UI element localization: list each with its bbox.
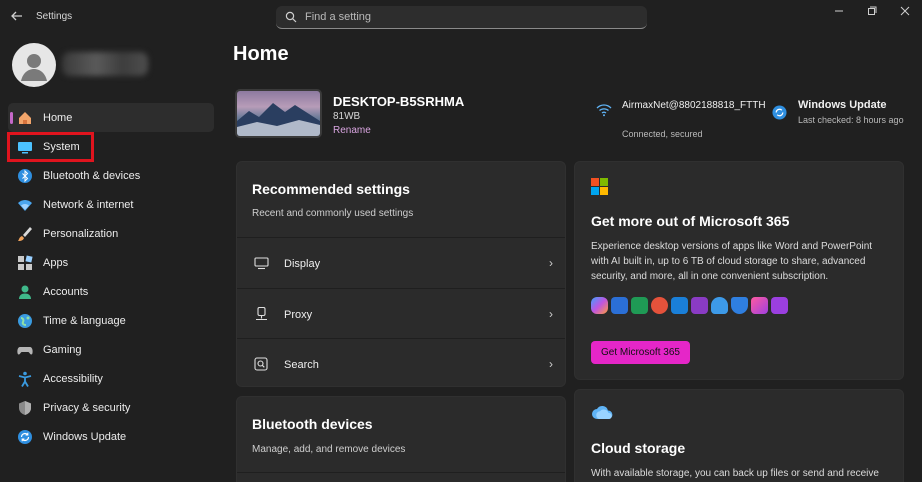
cloud-storage-description: With available storage, you can back up … xyxy=(591,468,879,479)
accounts-icon xyxy=(19,285,31,299)
sidebar-item-label: Bluetooth & devices xyxy=(43,169,141,182)
bluetooth-devices-card: Bluetooth devices Manage, add, and remov… xyxy=(236,396,566,482)
system-highlight-box xyxy=(7,132,94,162)
rename-link[interactable]: Rename xyxy=(333,125,371,136)
sidebar-item-label: Network & internet xyxy=(43,198,134,211)
powerpoint-icon xyxy=(651,297,668,314)
bluetooth-devices-title: Bluetooth devices xyxy=(252,416,373,432)
sidebar-item-label: Accessibility xyxy=(43,372,103,385)
search-icon xyxy=(285,11,297,23)
outlook-icon xyxy=(671,297,688,314)
device-wallpaper-thumbnail xyxy=(235,89,322,138)
chevron-right-icon: › xyxy=(549,357,553,371)
wifi-icon xyxy=(18,199,32,211)
recommended-row-display[interactable]: Display › xyxy=(237,237,565,287)
sidebar-item-accounts[interactable]: Accounts xyxy=(8,277,214,306)
minimize-button[interactable] xyxy=(829,6,849,20)
page-title: Home xyxy=(233,43,289,65)
microsoft-365-title: Get more out of Microsoft 365 xyxy=(591,213,790,229)
active-indicator xyxy=(10,112,13,124)
chevron-right-icon: › xyxy=(549,256,553,270)
sidebar-item-network[interactable]: Network & internet xyxy=(8,190,214,219)
sidebar-item-label: Personalization xyxy=(43,227,119,240)
clipchamp-icon xyxy=(771,297,788,314)
search-placeholder: Find a setting xyxy=(305,11,372,23)
sidebar-item-label: Windows Update xyxy=(43,430,127,443)
sidebar-item-time-language[interactable]: Time & language xyxy=(8,306,214,335)
sidebar-item-label: Gaming xyxy=(43,343,82,356)
apps-icon xyxy=(18,254,33,270)
designer-icon xyxy=(751,297,768,314)
onenote-icon xyxy=(691,297,708,314)
network-status: Connected, secured xyxy=(622,129,703,139)
copilot-icon xyxy=(591,297,608,314)
row-label: Proxy xyxy=(284,309,313,321)
microsoft-logo-icon xyxy=(591,178,608,195)
recommended-settings-card: Recommended settings Recent and commonly… xyxy=(236,161,566,387)
onedrive-icon xyxy=(711,297,728,314)
sidebar-item-label: Time & language xyxy=(43,314,126,327)
sidebar-item-label: Home xyxy=(43,111,73,124)
wifi-status-icon xyxy=(596,104,612,117)
device-model: 81WB xyxy=(333,111,361,122)
recommended-settings-title: Recommended settings xyxy=(252,181,410,197)
windows-update-title[interactable]: Windows Update xyxy=(798,99,887,111)
sidebar-item-privacy-security[interactable]: Privacy & security xyxy=(8,393,214,422)
microsoft-365-description: Experience desktop versions of apps like… xyxy=(591,241,873,282)
recommended-settings-subtitle: Recent and commonly used settings xyxy=(252,208,414,219)
back-arrow-icon[interactable] xyxy=(10,9,24,25)
excel-icon xyxy=(631,297,648,314)
maximize-button[interactable] xyxy=(862,6,882,20)
chevron-right-icon: › xyxy=(549,307,553,321)
cloud-storage-title: Cloud storage xyxy=(591,440,686,456)
sidebar-item-accessibility[interactable]: Accessibility xyxy=(8,364,214,393)
sidebar-item-apps[interactable]: Apps xyxy=(8,248,214,277)
sidebar-item-label: Privacy & security xyxy=(43,401,131,414)
update-icon xyxy=(18,429,32,444)
sidebar-item-label: Apps xyxy=(43,256,69,269)
home-icon xyxy=(19,111,31,124)
accessibility-icon xyxy=(18,371,32,387)
shield-icon xyxy=(19,400,31,415)
close-button[interactable] xyxy=(895,6,915,20)
device-name: DESKTOP-B5SRHMA xyxy=(333,94,465,109)
card-divider xyxy=(237,472,565,473)
brush-icon xyxy=(18,226,32,241)
sidebar-item-home[interactable]: Home xyxy=(8,103,214,132)
word-icon xyxy=(611,297,628,314)
get-microsoft-365-button[interactable]: Get Microsoft 365 xyxy=(591,341,690,364)
blurred-account-name xyxy=(62,52,148,76)
app-title: Settings xyxy=(36,11,73,22)
proxy-icon xyxy=(256,307,267,321)
search-box-icon xyxy=(254,357,268,371)
globe-icon xyxy=(18,313,32,328)
monitor-icon xyxy=(254,257,269,270)
windows-update-last-checked: Last checked: 8 hours ago xyxy=(798,115,904,125)
row-label: Display xyxy=(284,258,321,270)
row-label: Search xyxy=(284,359,319,371)
network-name[interactable]: AirmaxNet@8802188818_FTTH xyxy=(622,99,766,112)
cloud-storage-card: Cloud storage With available storage, yo… xyxy=(574,389,904,482)
microsoft-365-app-icons xyxy=(591,297,788,317)
bluetooth-devices-subtitle: Manage, add, and remove devices xyxy=(252,444,406,455)
gamepad-icon xyxy=(17,346,33,354)
sidebar-item-gaming[interactable]: Gaming xyxy=(8,335,214,364)
windows-update-icon xyxy=(772,105,787,120)
avatar[interactable] xyxy=(12,43,56,87)
defender-icon xyxy=(731,297,748,314)
recommended-row-proxy[interactable]: Proxy › xyxy=(237,288,565,338)
recommended-row-search[interactable]: Search › xyxy=(237,338,565,388)
title-bar: Settings Find a setting xyxy=(0,0,922,36)
sidebar-item-windows-update[interactable]: Windows Update xyxy=(8,422,214,451)
search-input[interactable]: Find a setting xyxy=(276,6,647,29)
sidebar-item-personalization[interactable]: Personalization xyxy=(8,219,214,248)
sidebar-item-bluetooth[interactable]: Bluetooth & devices xyxy=(8,161,214,190)
sidebar-item-label: Accounts xyxy=(43,285,89,298)
bluetooth-icon xyxy=(18,168,32,183)
cloud-icon xyxy=(592,406,613,419)
